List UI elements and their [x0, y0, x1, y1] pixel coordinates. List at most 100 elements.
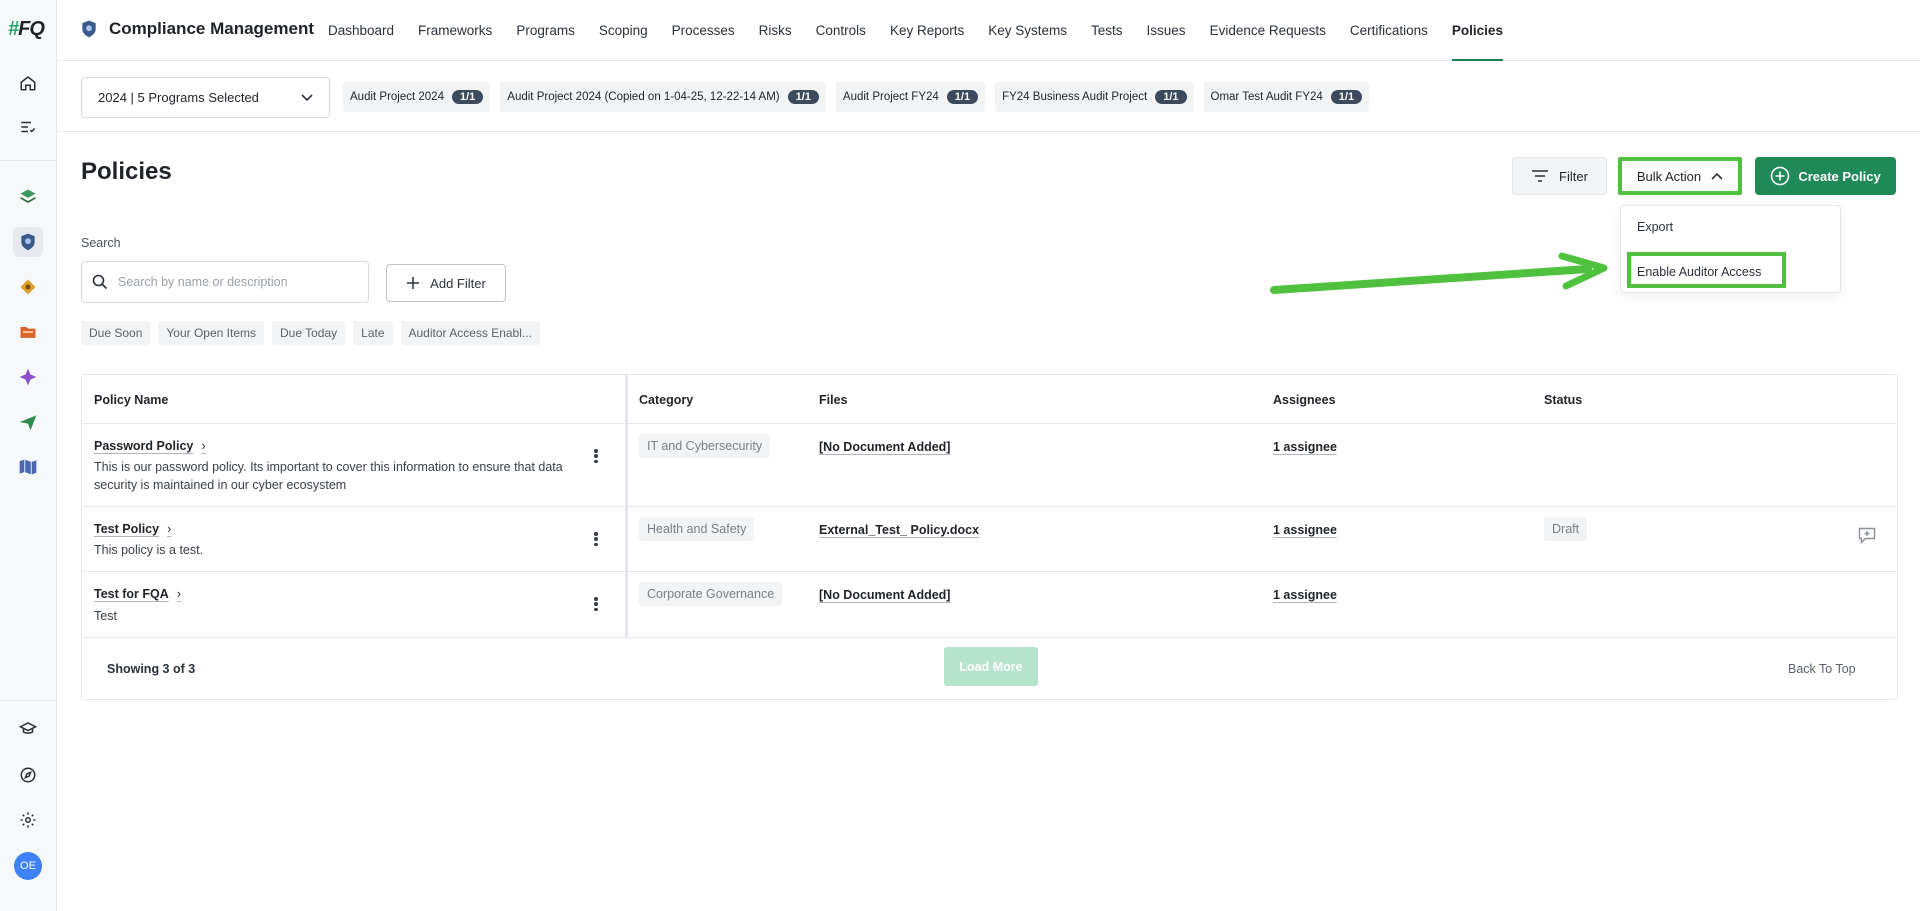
app-logo[interactable]: #FQ	[8, 18, 45, 41]
quick-filter-late[interactable]: Late	[353, 321, 393, 345]
search-label: Search	[81, 236, 121, 250]
create-policy-button[interactable]: Create Policy	[1755, 157, 1896, 195]
program-chip-label: Audit Project 2024 (Copied on 1-04-25, 1…	[507, 91, 780, 103]
program-chip-count: 1/1	[787, 90, 819, 104]
search-input[interactable]	[118, 275, 348, 289]
policy-name: Test for FQA	[94, 586, 169, 601]
category-badge: Corporate Governance	[639, 582, 783, 606]
quick-filters: Due Soon Your Open Items Due Today Late …	[81, 321, 540, 345]
program-chip[interactable]: Omar Test Audit FY24 1/1	[1203, 82, 1370, 112]
tab-tests[interactable]: Tests	[1091, 0, 1123, 61]
menu-item-enable-auditor-access[interactable]: Enable Auditor Access	[1637, 265, 1761, 279]
column-header-category[interactable]: Category	[639, 393, 693, 407]
plus-icon	[407, 277, 420, 289]
sparkle-app-icon[interactable]	[13, 362, 43, 392]
tab-frameworks[interactable]: Frameworks	[418, 0, 492, 61]
quick-filter-auditor-access[interactable]: Auditor Access Enabl...	[400, 321, 540, 345]
risk-app-icon[interactable]	[13, 272, 43, 302]
page-title: Policies	[81, 158, 172, 185]
tab-programs[interactable]: Programs	[516, 0, 575, 61]
load-more-button[interactable]: Load More	[944, 647, 1038, 686]
program-chip-count: 1/1	[1330, 90, 1363, 104]
table-row[interactable]: Test for FQA › Test Corporate Governance …	[82, 572, 1897, 637]
table-row[interactable]: Password Policy › This is our password po…	[82, 424, 1897, 506]
tasks-icon[interactable]	[13, 112, 43, 142]
chevron-right-icon: ›	[176, 586, 182, 601]
compass-icon[interactable]	[13, 760, 43, 790]
tab-evidence-requests[interactable]: Evidence Requests	[1210, 0, 1326, 61]
add-filter-label: Add Filter	[430, 275, 486, 291]
policy-name-link[interactable]: Password Policy ›	[94, 438, 206, 453]
home-icon[interactable]	[13, 68, 43, 98]
table-row[interactable]: Test Policy › This policy is a test. Heal…	[82, 507, 1897, 571]
layers-app-icon[interactable]	[13, 182, 43, 212]
back-to-top-link[interactable]: Back To Top	[1788, 662, 1856, 676]
row-menu-icon[interactable]	[590, 446, 602, 466]
tab-key-reports[interactable]: Key Reports	[890, 0, 964, 61]
tab-issues[interactable]: Issues	[1147, 0, 1186, 61]
policy-name-link[interactable]: Test Policy ›	[94, 521, 171, 536]
compliance-app-icon[interactable]	[13, 227, 43, 257]
program-chip[interactable]: Audit Project 2024 1/1	[343, 82, 491, 112]
chevron-right-icon: ›	[201, 438, 206, 453]
tab-risks[interactable]: Risks	[759, 0, 792, 61]
row-menu-icon[interactable]	[590, 529, 602, 549]
column-header-assignees[interactable]: Assignees	[1273, 393, 1336, 407]
nav-tabs: Dashboard Frameworks Programs Scoping Pr…	[328, 0, 1527, 61]
policy-description: Test	[94, 609, 117, 623]
send-app-icon[interactable]	[13, 407, 43, 437]
bulk-action-button[interactable]: Bulk Action	[1618, 157, 1742, 195]
file-link[interactable]: [No Document Added]	[819, 588, 950, 602]
policy-name-link[interactable]: Test for FQA ›	[94, 586, 181, 601]
assignee-link[interactable]: 1 assignee	[1273, 588, 1337, 602]
create-policy-label: Create Policy	[1798, 168, 1881, 184]
left-rail: #FQ OE	[0, 0, 57, 911]
book-app-icon[interactable]	[13, 452, 43, 482]
column-header-files[interactable]: Files	[819, 393, 848, 407]
chevron-right-icon: ›	[167, 521, 172, 536]
policies-table: Policy Name Category Files Assignees Sta…	[81, 374, 1898, 700]
tab-processes[interactable]: Processes	[672, 0, 735, 61]
app-title: Compliance Management	[79, 18, 314, 40]
program-chip-label: FY24 Business Audit Project	[1002, 91, 1148, 103]
program-chip-count: 1/1	[1155, 90, 1187, 104]
tab-scoping[interactable]: Scoping	[599, 0, 648, 61]
program-selector[interactable]: 2024 | 5 Programs Selected	[81, 77, 330, 118]
top-nav: Compliance Management Dashboard Framewor…	[57, 0, 1920, 61]
quick-filter-open-items[interactable]: Your Open Items	[158, 321, 264, 345]
row-menu-icon[interactable]	[590, 594, 602, 614]
policy-description: This policy is a test.	[94, 543, 204, 557]
tab-policies[interactable]: Policies	[1451, 0, 1503, 61]
table-footer: Showing 3 of 3 Load More Back To Top	[82, 637, 1897, 701]
column-header-policy-name[interactable]: Policy Name	[94, 393, 168, 407]
gear-icon[interactable]	[13, 805, 43, 835]
program-chip[interactable]: FY24 Business Audit Project 1/1	[995, 82, 1194, 112]
category-badge: Health and Safety	[639, 517, 755, 541]
assignee-link[interactable]: 1 assignee	[1273, 523, 1337, 537]
program-chip[interactable]: Audit Project FY24 1/1	[835, 82, 986, 112]
menu-item-export[interactable]: Export	[1637, 220, 1673, 234]
file-link[interactable]: [No Document Added]	[819, 440, 950, 454]
filter-lines-icon	[1532, 170, 1549, 182]
comment-add-icon[interactable]	[1858, 527, 1876, 544]
file-link[interactable]: External_Test_ Policy.docx	[819, 523, 979, 537]
program-selector-value: 2024 | 5 Programs Selected	[98, 90, 259, 105]
add-filter-button[interactable]: Add Filter	[386, 264, 506, 302]
column-header-status[interactable]: Status	[1544, 393, 1582, 407]
quick-filter-due-today[interactable]: Due Today	[271, 321, 346, 345]
search-field[interactable]	[81, 261, 369, 303]
tab-dashboard[interactable]: Dashboard	[328, 0, 394, 61]
assignee-link[interactable]: 1 assignee	[1273, 440, 1337, 454]
annotation-arrow	[1270, 252, 1608, 294]
tab-certifications[interactable]: Certifications	[1350, 0, 1428, 61]
program-chip-label: Omar Test Audit FY24	[1210, 91, 1323, 103]
tab-controls[interactable]: Controls	[816, 0, 866, 61]
learning-icon[interactable]	[13, 714, 43, 744]
folder-app-icon[interactable]	[13, 317, 43, 347]
user-avatar[interactable]: OE	[14, 852, 42, 880]
tab-key-systems[interactable]: Key Systems	[988, 0, 1067, 61]
program-chip[interactable]: Audit Project 2024 (Copied on 1-04-25, 1…	[500, 82, 826, 112]
quick-filter-due-soon[interactable]: Due Soon	[81, 321, 151, 345]
filter-button[interactable]: Filter	[1512, 157, 1607, 195]
search-icon	[92, 274, 108, 290]
